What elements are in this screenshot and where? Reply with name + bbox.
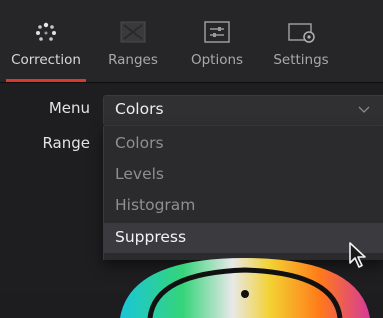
toolbar: Correction Ranges Options Settings	[0, 0, 383, 83]
dropdown-option-suppress[interactable]: Suppress	[104, 223, 383, 253]
menu-dropdown: Colors Levels Histogram Suppress	[103, 126, 383, 260]
menu-label: Menu	[48, 99, 90, 117]
tab-label: Ranges	[108, 52, 158, 68]
chevron-down-icon	[358, 106, 370, 113]
mouse-pointer-icon	[349, 242, 366, 268]
dropdown-option-levels[interactable]: Levels	[104, 160, 383, 190]
color-wheel[interactable]	[110, 258, 383, 318]
tab-label: Options	[190, 52, 244, 68]
menu-select-value: Colors	[115, 100, 164, 118]
dropdown-option-colors[interactable]: Colors	[104, 129, 383, 159]
option-label: Histogram	[115, 196, 196, 214]
menu-select[interactable]: Colors	[103, 95, 383, 126]
tab-label: Correction	[11, 52, 81, 68]
color-dots-icon	[36, 22, 56, 41]
options-icon	[204, 21, 230, 43]
settings-icon	[288, 23, 315, 43]
tab-settings[interactable]: Settings	[262, 0, 340, 82]
dropdown-option-histogram[interactable]: Histogram	[104, 191, 383, 221]
tab-correction[interactable]: Correction	[0, 0, 92, 82]
tab-ranges[interactable]: Ranges	[102, 0, 164, 82]
tab-options[interactable]: Options	[182, 0, 252, 82]
tab-label: Settings	[273, 52, 329, 68]
option-label: Levels	[115, 165, 164, 183]
option-label: Suppress	[115, 228, 187, 246]
option-label: Colors	[115, 134, 164, 152]
range-label: Range	[42, 134, 90, 152]
ranges-icon	[120, 21, 146, 43]
